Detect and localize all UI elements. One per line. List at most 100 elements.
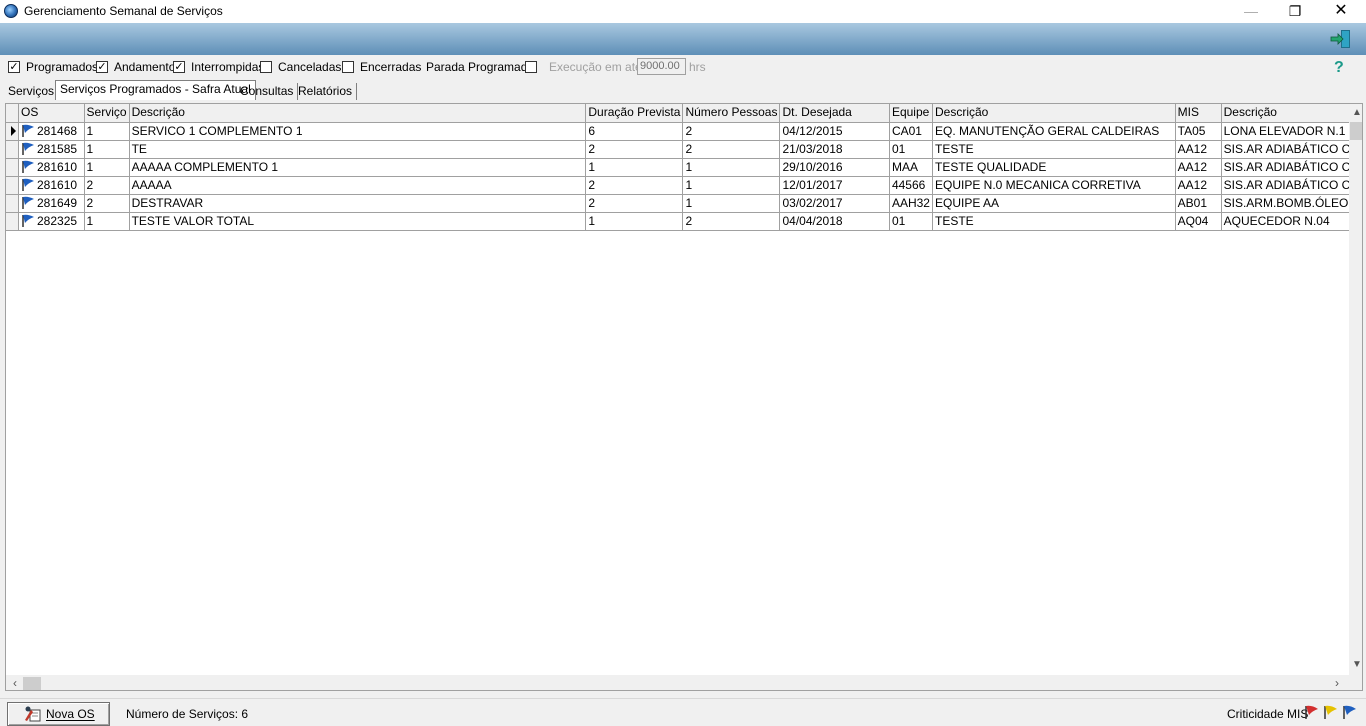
cell-mis[interactable]: AA12 bbox=[1175, 158, 1222, 177]
cell-mis[interactable]: TA05 bbox=[1175, 122, 1222, 141]
cell-os[interactable]: 281610 bbox=[18, 158, 85, 177]
table-row[interactable]: 281468 1 SERVICO 1 COMPLEMENTO 1 6 2 04/12/20… bbox=[6, 122, 1362, 141]
cell-equipe[interactable]: AAH32 bbox=[889, 194, 933, 213]
cell-mis-descricao[interactable]: SIS.AR ADIABÁTICO CC bbox=[1221, 158, 1362, 177]
cell-equipe-descricao[interactable]: TESTE QUALIDADE bbox=[932, 158, 1176, 177]
cell-descricao[interactable]: SERVICO 1 COMPLEMENTO 1 bbox=[129, 122, 587, 141]
scroll-up-arrow[interactable]: ▲ bbox=[1349, 105, 1362, 121]
cell-duracao[interactable]: 1 bbox=[585, 212, 684, 231]
column-header-pessoas[interactable]: Número Pessoas bbox=[682, 104, 781, 123]
scroll-down-arrow[interactable]: ▼ bbox=[1349, 657, 1362, 673]
column-header-mis-descricao[interactable]: Descrição bbox=[1221, 104, 1362, 123]
cell-mis-descricao[interactable]: SIS.AR ADIABÁTICO CC bbox=[1221, 140, 1362, 159]
cell-descricao[interactable]: TESTE VALOR TOTAL bbox=[129, 212, 587, 231]
cell-equipe-descricao[interactable]: EQUIPE AA bbox=[932, 194, 1176, 213]
tab-relatorios[interactable]: Relatórios bbox=[294, 83, 358, 100]
column-header-equipe[interactable]: Equipe bbox=[889, 104, 933, 123]
column-header-servico[interactable]: Serviço bbox=[84, 104, 130, 123]
column-header-os[interactable]: OS bbox=[18, 104, 85, 123]
column-header-duracao[interactable]: Duração Prevista bbox=[585, 104, 684, 123]
row-indicator[interactable] bbox=[6, 122, 19, 141]
cell-equipe-descricao[interactable]: TESTE bbox=[932, 212, 1176, 231]
programados-checkbox[interactable]: ✓ bbox=[8, 61, 20, 73]
cell-descricao[interactable]: DESTRAVAR bbox=[129, 194, 587, 213]
cell-dt-desejada[interactable]: 04/12/2015 bbox=[779, 122, 890, 141]
cell-dt-desejada[interactable]: 04/04/2018 bbox=[779, 212, 890, 231]
cell-descricao[interactable]: TE bbox=[129, 140, 587, 159]
vertical-scrollbar[interactable]: ▲ ▼ bbox=[1349, 104, 1362, 675]
cell-os[interactable]: 281585 bbox=[18, 140, 85, 159]
cell-equipe-descricao[interactable]: EQ. MANUTENÇÃO GERAL CALDEIRAS bbox=[932, 122, 1176, 141]
cell-equipe-descricao[interactable]: EQUIPE N.0 MECANICA CORRETIVA bbox=[932, 176, 1176, 195]
encerradas-checkbox[interactable] bbox=[342, 61, 354, 73]
cell-duracao[interactable]: 2 bbox=[585, 140, 684, 159]
cell-servico[interactable]: 1 bbox=[84, 158, 130, 177]
cell-servico[interactable]: 2 bbox=[84, 194, 130, 213]
close-button[interactable]: ✕ bbox=[1318, 0, 1364, 23]
cell-mis[interactable]: AQ04 bbox=[1175, 212, 1222, 231]
cell-pessoas[interactable]: 2 bbox=[682, 212, 781, 231]
cell-dt-desejada[interactable]: 03/02/2017 bbox=[779, 194, 890, 213]
cell-pessoas[interactable]: 2 bbox=[682, 122, 781, 141]
cell-dt-desejada[interactable]: 29/10/2016 bbox=[779, 158, 890, 177]
table-row[interactable]: 282325 1 TESTE VALOR TOTAL 1 2 04/04/2018 01 TE… bbox=[6, 212, 1362, 231]
cell-duracao[interactable]: 2 bbox=[585, 176, 684, 195]
column-header-descricao[interactable]: Descrição bbox=[129, 104, 587, 123]
cell-equipe-descricao[interactable]: TESTE bbox=[932, 140, 1176, 159]
canceladas-checkbox[interactable] bbox=[260, 61, 272, 73]
cell-equipe[interactable]: MAA bbox=[889, 158, 933, 177]
cell-os[interactable]: 281649 bbox=[18, 194, 85, 213]
cell-servico[interactable]: 1 bbox=[84, 140, 130, 159]
tab-consultas[interactable]: Consultas bbox=[236, 83, 299, 100]
tab-servicos-programados[interactable]: Serviços Programados - Safra Atual bbox=[55, 80, 256, 100]
cell-descricao[interactable]: AAAAA COMPLEMENTO 1 bbox=[129, 158, 587, 177]
cell-os[interactable]: 282325 bbox=[18, 212, 85, 231]
cell-dt-desejada[interactable]: 21/03/2018 bbox=[779, 140, 890, 159]
vertical-scroll-thumb[interactable] bbox=[1350, 122, 1362, 140]
horizontal-scroll-thumb[interactable] bbox=[23, 677, 41, 690]
scroll-right-arrow[interactable]: › bbox=[1329, 675, 1345, 690]
cell-os[interactable]: 281468 bbox=[18, 122, 85, 141]
help-icon[interactable]: ? bbox=[1334, 59, 1344, 77]
horizontal-scrollbar[interactable]: ‹ › bbox=[6, 675, 1349, 690]
row-indicator[interactable] bbox=[6, 140, 19, 159]
row-indicator[interactable] bbox=[6, 176, 19, 195]
cell-dt-desejada[interactable]: 12/01/2017 bbox=[779, 176, 890, 195]
cell-duracao[interactable]: 2 bbox=[585, 194, 684, 213]
exit-icon[interactable] bbox=[1330, 28, 1352, 50]
row-indicator[interactable] bbox=[6, 212, 19, 231]
table-row[interactable]: 281585 1 TE 2 2 21/03/2018 01 TESTE AA12 SIS.AR A… bbox=[6, 140, 1362, 159]
cell-equipe[interactable]: CA01 bbox=[889, 122, 933, 141]
tab-servicos[interactable]: Serviços bbox=[4, 83, 60, 100]
andamento-checkbox[interactable]: ✓ bbox=[96, 61, 108, 73]
column-header-mis[interactable]: MIS bbox=[1175, 104, 1222, 123]
restore-button[interactable]: ❐ bbox=[1272, 0, 1318, 23]
cell-descricao[interactable]: AAAAA bbox=[129, 176, 587, 195]
cell-pessoas[interactable]: 2 bbox=[682, 140, 781, 159]
execucao-input[interactable]: 9000.00 bbox=[637, 58, 686, 75]
interrompidas-checkbox[interactable]: ✓ bbox=[173, 61, 185, 73]
row-indicator[interactable] bbox=[6, 194, 19, 213]
cell-servico[interactable]: 1 bbox=[84, 212, 130, 231]
cell-mis[interactable]: AA12 bbox=[1175, 176, 1222, 195]
cell-equipe[interactable]: 01 bbox=[889, 140, 933, 159]
cell-mis-descricao[interactable]: SIS.AR ADIABÁTICO CC bbox=[1221, 176, 1362, 195]
cell-mis[interactable]: AB01 bbox=[1175, 194, 1222, 213]
column-header-dt-desejada[interactable]: Dt. Desejada bbox=[779, 104, 890, 123]
cell-mis-descricao[interactable]: LONA ELEVADOR N.1 F bbox=[1221, 122, 1362, 141]
services-grid[interactable]: OS Serviço Descrição Duração Prevista Nú… bbox=[5, 103, 1363, 691]
cell-equipe[interactable]: 44566 bbox=[889, 176, 933, 195]
cell-pessoas[interactable]: 1 bbox=[682, 194, 781, 213]
table-row[interactable]: 281610 1 AAAAA COMPLEMENTO 1 1 1 29/10/2016 MA… bbox=[6, 158, 1362, 177]
scroll-left-arrow[interactable]: ‹ bbox=[7, 675, 23, 690]
parada-programada-checkbox[interactable] bbox=[525, 61, 537, 73]
cell-mis-descricao[interactable]: SIS.ARM.BOMB.ÓLEO F bbox=[1221, 194, 1362, 213]
row-indicator[interactable] bbox=[6, 158, 19, 177]
cell-servico[interactable]: 2 bbox=[84, 176, 130, 195]
cell-mis[interactable]: AA12 bbox=[1175, 140, 1222, 159]
cell-os[interactable]: 281610 bbox=[18, 176, 85, 195]
cell-pessoas[interactable]: 1 bbox=[682, 158, 781, 177]
cell-duracao[interactable]: 6 bbox=[585, 122, 684, 141]
column-header-equipe-descricao[interactable]: Descrição bbox=[932, 104, 1176, 123]
cell-servico[interactable]: 1 bbox=[84, 122, 130, 141]
